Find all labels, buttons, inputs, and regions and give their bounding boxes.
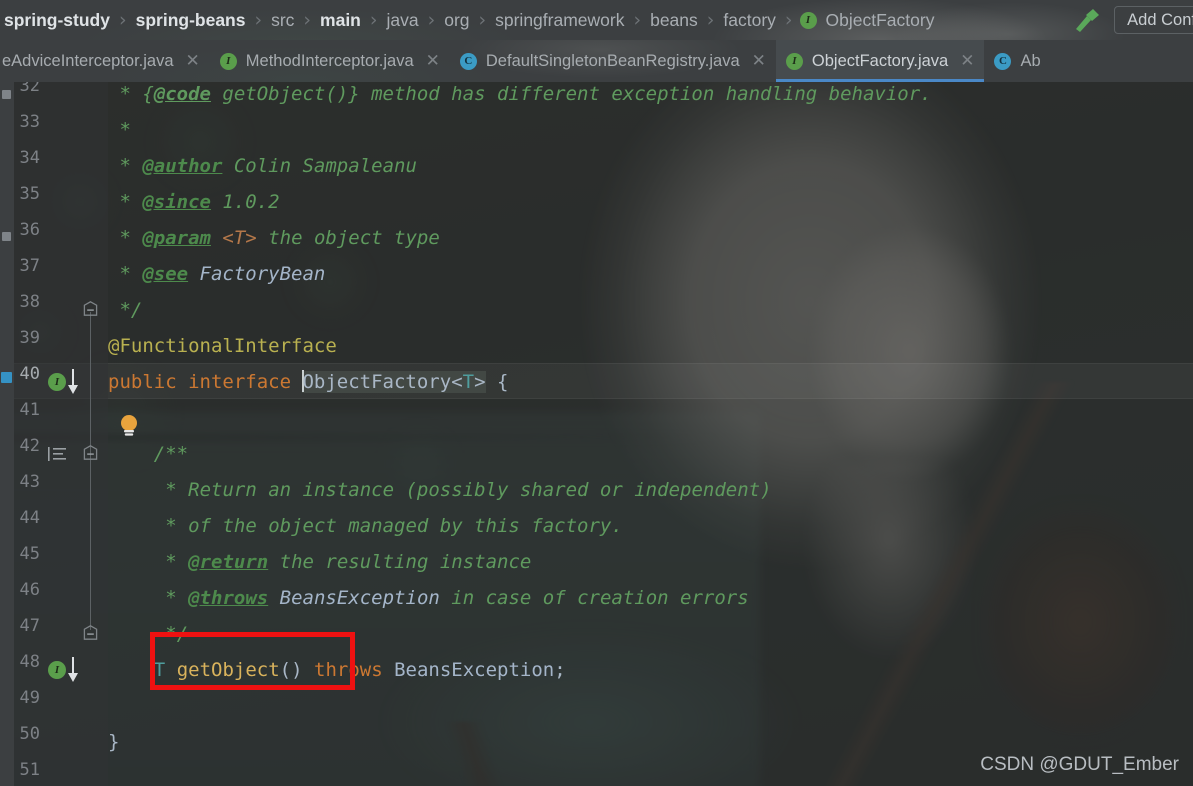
indent-guide-icon[interactable]: [48, 446, 68, 467]
breadcrumb-label: main: [320, 10, 361, 30]
code-editor[interactable]: Structure Bookmarks Favorites Database 3…: [0, 82, 1193, 786]
code-line[interactable]: T getObject() throws BeansException;: [154, 652, 566, 688]
breadcrumb-item-spring-beans[interactable]: spring-beans: [134, 0, 248, 40]
breadcrumb-label: spring-beans: [135, 10, 246, 30]
interface-implemented-icon[interactable]: I: [48, 373, 66, 391]
editor-gutter[interactable]: 32 33 34 35 36 37 38 39 40 41 42 43 44 45 46 47 48 49 50 51…: [14, 82, 108, 786]
breadcrumb-item-beans[interactable]: beans: [648, 0, 700, 40]
tab-close-icon[interactable]: ✕: [186, 52, 200, 70]
code-line[interactable]: * @see FactoryBean: [119, 256, 325, 292]
breadcrumb-label: beans: [650, 10, 698, 30]
breadcrumb-separator: ›: [369, 9, 378, 31]
tab-close-icon[interactable]: ✕: [960, 52, 974, 70]
editor-tab-label: ObjectFactory.java: [811, 51, 949, 70]
add-configuration-label: Add Configu: [1127, 10, 1193, 29]
editor-tab-bar: eAdviceInterceptor.java ✕ I MethodIntercept…: [0, 40, 1193, 82]
breadcrumb-separator: ›: [784, 9, 793, 31]
fold-collapse-icon[interactable]: [83, 301, 98, 316]
add-configuration-button[interactable]: Add Configu: [1114, 6, 1193, 34]
toolstrip-icon-2[interactable]: [2, 232, 11, 241]
breadcrumb-separator: ›: [427, 9, 436, 31]
editor-tab-methodinterceptor[interactable]: I MethodInterceptor.java ✕: [210, 40, 450, 82]
breadcrumb-item-main[interactable]: main: [318, 0, 363, 40]
interface-badge-icon: I: [799, 11, 817, 29]
editor-tab-ab[interactable]: C Ab: [984, 40, 1050, 82]
code-line[interactable]: * {@code getObject()} method has differe…: [119, 82, 931, 112]
code-line[interactable]: */: [119, 292, 142, 328]
code-line[interactable]: /**: [154, 436, 188, 472]
editor-tab-objectfactory[interactable]: I ObjectFactory.java ✕: [775, 40, 985, 82]
breadcrumb-label: springframework: [495, 10, 625, 30]
fold-collapse-icon[interactable]: [83, 445, 98, 460]
code-line[interactable]: * @param <T> the object type: [119, 220, 439, 256]
interface-badge-icon: I: [219, 52, 237, 70]
code-line[interactable]: * of the object managed by this factory.: [165, 508, 623, 544]
navbar-right-controls: Add Configu: [1072, 0, 1193, 40]
breadcrumb-separator: ›: [254, 9, 263, 31]
hammer-build-icon[interactable]: [1072, 7, 1102, 33]
breadcrumb-item-objectfactory[interactable]: I ObjectFactory: [799, 0, 937, 40]
fold-collapse-icon[interactable]: [83, 625, 98, 640]
breadcrumb-label: spring-study: [4, 10, 110, 30]
breadcrumb-label: org: [444, 10, 470, 30]
breadcrumb-separator: ›: [303, 9, 312, 31]
editor-tab-defaultsingletonbeanregistry[interactable]: C DefaultSingletonBeanRegistry.java ✕: [450, 40, 776, 82]
code-fold-guide-line: [90, 312, 91, 630]
editor-tab-label: MethodInterceptor.java: [245, 51, 414, 70]
breadcrumb-separator: ›: [118, 9, 127, 31]
code-line[interactable]: public interface ObjectFactory<T> {: [108, 364, 508, 400]
editor-tab-label: Ab: [1020, 51, 1041, 70]
breadcrumb-item-src[interactable]: src: [269, 0, 296, 40]
ide-window: spring-study › spring-beans › src › main › java ›…: [0, 0, 1193, 786]
breadcrumb-separator: ›: [478, 9, 487, 31]
editor-tab-label: DefaultSingletonBeanRegistry.java: [485, 51, 740, 70]
implemented-down-arrow-icon[interactable]: [66, 657, 80, 688]
breadcrumb-item-springframework[interactable]: springframework: [493, 0, 626, 40]
breadcrumb-label: factory: [723, 10, 776, 30]
left-tool-window-stripe[interactable]: Structure Bookmarks Favorites Database: [0, 82, 14, 786]
editor-tab-label: eAdviceInterceptor.java: [2, 51, 174, 70]
editor-tab-eadviceinterceptor[interactable]: eAdviceInterceptor.java ✕: [0, 40, 210, 82]
toolstrip-active-marker[interactable]: [1, 372, 12, 383]
breadcrumb-label: ObjectFactory: [825, 10, 935, 30]
csdn-watermark: CSDN @GDUT_Ember: [980, 754, 1179, 775]
code-line[interactable]: *: [119, 112, 130, 148]
breadcrumb-item-org[interactable]: org: [442, 0, 471, 40]
code-line[interactable]: */: [165, 616, 188, 652]
tab-close-icon[interactable]: ✕: [426, 52, 440, 70]
breadcrumb-label: java: [386, 10, 419, 30]
code-line[interactable]: * @author Colin Sampaleanu: [119, 148, 416, 184]
interface-badge-icon: I: [785, 52, 803, 70]
code-line[interactable]: @FunctionalInterface: [108, 328, 337, 364]
interface-implemented-icon[interactable]: I: [48, 661, 66, 679]
toolstrip-icon-1[interactable]: [2, 90, 11, 99]
breadcrumb-item-spring-study[interactable]: spring-study: [2, 0, 112, 40]
navigation-bar: spring-study › spring-beans › src › main › java ›…: [0, 0, 1193, 40]
tab-close-icon[interactable]: ✕: [752, 52, 766, 70]
code-content[interactable]: * {@code getObject()} method has differe…: [108, 82, 1193, 786]
implemented-down-arrow-icon[interactable]: [66, 369, 80, 400]
code-line[interactable]: * @throws BeansException in case of crea…: [165, 580, 748, 616]
breadcrumb-item-factory[interactable]: factory: [721, 0, 778, 40]
breadcrumb-label: src: [271, 10, 295, 30]
intention-bulb-icon[interactable]: [118, 414, 140, 438]
breadcrumb-separator: ›: [633, 9, 642, 31]
breadcrumb: spring-study › spring-beans › src › main › java ›…: [0, 0, 936, 40]
breadcrumb-separator: ›: [706, 9, 715, 31]
breadcrumb-item-java[interactable]: java: [385, 0, 421, 40]
code-line[interactable]: * Return an instance (possibly shared or…: [165, 472, 771, 508]
code-line[interactable]: * @since 1.0.2: [119, 184, 279, 220]
code-line[interactable]: }: [108, 724, 119, 760]
class-badge-icon: C: [994, 52, 1012, 70]
code-line[interactable]: * @return the resulting instance: [165, 544, 531, 580]
class-badge-icon: C: [459, 52, 477, 70]
